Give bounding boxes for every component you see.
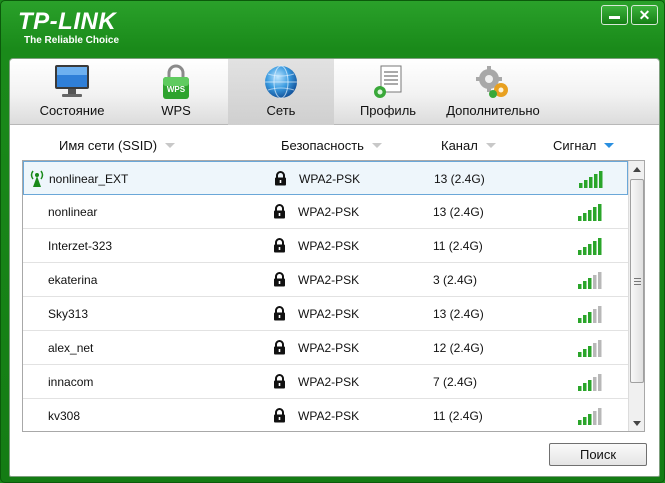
network-security: WPA2-PSK [298,307,360,321]
search-button[interactable]: Поиск [549,443,647,466]
wps-lock-icon: WPS [154,62,198,102]
network-security: WPA2-PSK [298,273,360,287]
network-security: WPA2-PSK [299,172,361,186]
network-row[interactable]: alex_net WPA2-PSK 12 (2.4G) [23,331,628,365]
logo-tagline: The Reliable Choice [24,35,120,46]
sort-arrow-icon [371,143,382,148]
profile-document-icon [366,62,410,102]
network-row[interactable]: nonlinear WPA2-PSK 13 (2.4G) [23,195,628,229]
network-security: WPA2-PSK [298,409,360,423]
lock-icon [274,272,285,287]
monitor-icon [50,62,94,102]
network-channel: 7 (2.4G) [433,375,478,389]
network-list[interactable]: nonlinear_EXT WPA2-PSK 13 (2.4G) nonlinear W… [22,160,645,432]
signal-strength-icon [578,374,602,391]
sort-arrow-icon [485,143,496,148]
tp-link-logo: TP-LINK The Reliable Choice [18,9,119,47]
logo-text: TP-LINK [18,8,117,35]
main-panel: Состояние WPS WPS Сеть Профиль Дополните… [9,58,660,477]
lock-icon [274,306,285,321]
signal-strength-icon [578,408,602,425]
minimize-button[interactable] [601,5,628,25]
tab-profile[interactable]: Профиль [348,59,428,125]
column-header-security[interactable]: Безопасность [281,138,382,153]
chevron-down-icon [633,420,641,426]
network-ssid: innacom [48,375,94,389]
network-channel: 13 (2.4G) [433,205,484,219]
scroll-up-button[interactable] [629,161,644,177]
network-ssid: ekaterina [48,273,98,287]
close-button[interactable]: ✕ [631,5,658,25]
network-row[interactable]: Interzet-323 WPA2-PSK 11 (2.4G) [23,229,628,263]
network-channel: 13 (2.4G) [433,307,484,321]
network-security: WPA2-PSK [298,205,360,219]
lock-icon [274,238,285,253]
lock-icon [274,204,285,219]
lock-icon [274,340,285,355]
network-ssid: alex_net [48,341,94,355]
close-icon: ✕ [638,6,651,23]
connected-antenna-icon [30,170,44,187]
network-row[interactable]: ekaterina WPA2-PSK 3 (2.4G) [23,263,628,297]
sort-arrow-icon [165,143,176,148]
column-header-channel[interactable]: Канал [441,138,496,153]
chevron-up-icon [633,166,641,172]
network-ssid: nonlinear_EXT [49,172,129,186]
network-ssid: Interzet-323 [48,239,113,253]
signal-strength-icon [579,171,603,188]
network-list-header: Имя сети (SSID) Безопасность Канал Сигна… [10,135,659,157]
lock-icon [274,374,285,389]
network-channel: 11 (2.4G) [433,409,483,423]
column-header-signal-label: Сигнал [553,138,597,153]
tab-wps-label: WPS [161,103,191,118]
signal-strength-icon [578,238,602,255]
scrollbar[interactable] [628,161,644,431]
toolbar: Состояние WPS WPS Сеть Профиль Дополните… [10,59,659,125]
tab-status[interactable]: Состояние [25,59,119,125]
network-ssid: nonlinear [48,205,98,219]
network-row[interactable]: nonlinear_EXT WPA2-PSK 13 (2.4G) [23,161,628,195]
tab-advanced[interactable]: Дополнительно [438,59,548,125]
scrollbar-thumb[interactable] [630,179,644,383]
scroll-down-button[interactable] [629,415,644,431]
network-row[interactable]: Sky313 WPA2-PSK 13 (2.4G) [23,297,628,331]
network-row[interactable]: innacom WPA2-PSK 7 (2.4G) [23,365,628,399]
network-ssid: kv308 [48,409,81,423]
signal-strength-icon [578,272,602,289]
tab-wps[interactable]: WPS WPS [136,59,216,125]
network-channel: 12 (2.4G) [433,341,484,355]
column-header-signal[interactable]: Сигнал [553,138,615,153]
signal-strength-icon [578,204,602,221]
app-window: TP-LINK The Reliable Choice ✕ Состояние [0,0,665,483]
tab-advanced-label: Дополнительно [446,103,540,118]
lock-icon [275,171,286,186]
signal-strength-icon [578,340,602,357]
network-ssid: Sky313 [48,307,89,321]
svg-text:WPS: WPS [167,85,186,94]
gears-icon [471,62,515,102]
network-channel: 11 (2.4G) [433,239,483,253]
network-security: WPA2-PSK [298,341,360,355]
tab-network[interactable]: Сеть [228,59,334,125]
network-security: WPA2-PSK [298,239,360,253]
column-header-ssid[interactable]: Имя сети (SSID) [59,138,176,153]
lock-icon [274,408,285,423]
tab-profile-label: Профиль [359,103,417,118]
network-row[interactable]: kv308 WPA2-PSK 11 (2.4G) [23,399,628,431]
network-channel: 13 (2.4G) [434,172,485,186]
network-security: WPA2-PSK [298,375,360,389]
tab-status-label: Состояние [39,103,105,118]
globe-icon [259,62,303,102]
minimize-icon [609,16,620,19]
sort-arrow-active-icon [604,143,615,148]
column-header-channel-label: Канал [441,138,478,153]
grip-icon [634,278,641,287]
tab-network-label: Сеть [266,103,296,118]
column-header-ssid-label: Имя сети (SSID) [59,138,158,153]
signal-strength-icon [578,306,602,323]
network-channel: 3 (2.4G) [433,273,478,287]
column-header-security-label: Безопасность [281,138,364,153]
